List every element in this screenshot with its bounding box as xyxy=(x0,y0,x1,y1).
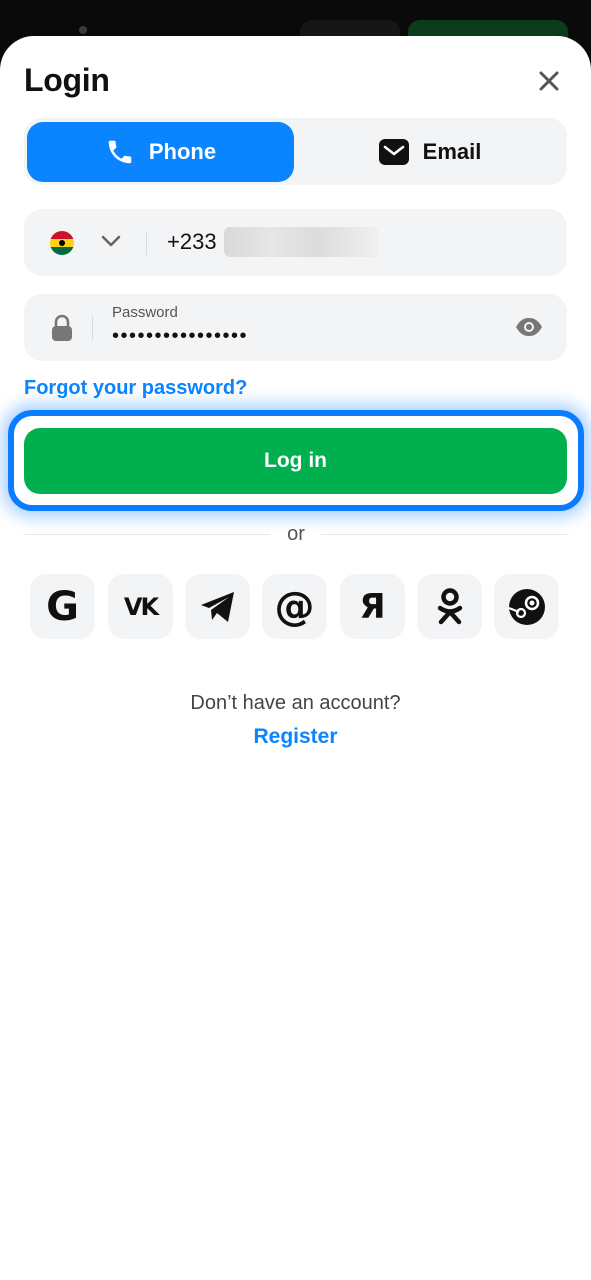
steam-login-button[interactable] xyxy=(494,574,559,639)
eye-icon[interactable] xyxy=(514,315,544,339)
vk-login-button[interactable]: VK xyxy=(108,574,173,639)
phone-field: +233 xyxy=(24,209,567,276)
password-field[interactable]: Password •••••••••••••••• xyxy=(24,294,567,361)
phone-input[interactable]: +233 xyxy=(167,229,217,255)
vk-icon: VK xyxy=(123,592,159,621)
login-method-tabs: Phone Email xyxy=(24,118,567,185)
close-icon xyxy=(539,71,559,91)
redacted-phone-number xyxy=(224,227,379,257)
mail-icon xyxy=(378,139,409,165)
odnoklassniki-login-button[interactable] xyxy=(417,574,482,639)
ghana-flag-icon[interactable] xyxy=(50,231,74,255)
odnoklassniki-icon xyxy=(437,587,462,624)
tab-phone-label: Phone xyxy=(148,139,217,164)
register-link[interactable]: Register xyxy=(0,725,591,749)
divider-line-right xyxy=(321,534,567,535)
steam-icon xyxy=(508,588,545,625)
login-button[interactable]: Log in xyxy=(24,428,567,494)
tab-phone[interactable]: Phone xyxy=(27,122,294,182)
tab-email-label: Email xyxy=(422,139,482,164)
divider-text: or xyxy=(287,523,305,545)
password-label: Password xyxy=(112,304,178,321)
password-input[interactable]: •••••••••••••••• xyxy=(112,325,248,348)
divider-line-left xyxy=(24,534,270,535)
page-title: Login xyxy=(24,62,110,98)
mail-login-button[interactable]: @ xyxy=(262,574,327,639)
yandex-login-button[interactable]: Я xyxy=(340,574,405,639)
login-sheet: Login Phone Email +233 Password ••••••••… xyxy=(0,36,591,1280)
background-dot xyxy=(79,26,87,34)
google-login-button[interactable]: G xyxy=(30,574,95,639)
no-account-text: Don’t have an account? xyxy=(190,692,401,714)
phone-icon xyxy=(108,140,132,164)
lock-icon xyxy=(52,314,72,341)
field-divider xyxy=(92,316,93,340)
field-divider xyxy=(146,231,147,255)
close-button[interactable] xyxy=(532,64,566,98)
yandex-icon: Я xyxy=(359,586,386,627)
at-icon: @ xyxy=(274,583,315,630)
chevron-down-icon[interactable] xyxy=(99,229,123,253)
telegram-icon xyxy=(200,591,234,622)
tab-email[interactable]: Email xyxy=(296,122,564,182)
forgot-password-link[interactable]: Forgot your password? xyxy=(24,377,247,400)
google-icon: G xyxy=(46,583,79,630)
telegram-login-button[interactable] xyxy=(185,574,250,639)
